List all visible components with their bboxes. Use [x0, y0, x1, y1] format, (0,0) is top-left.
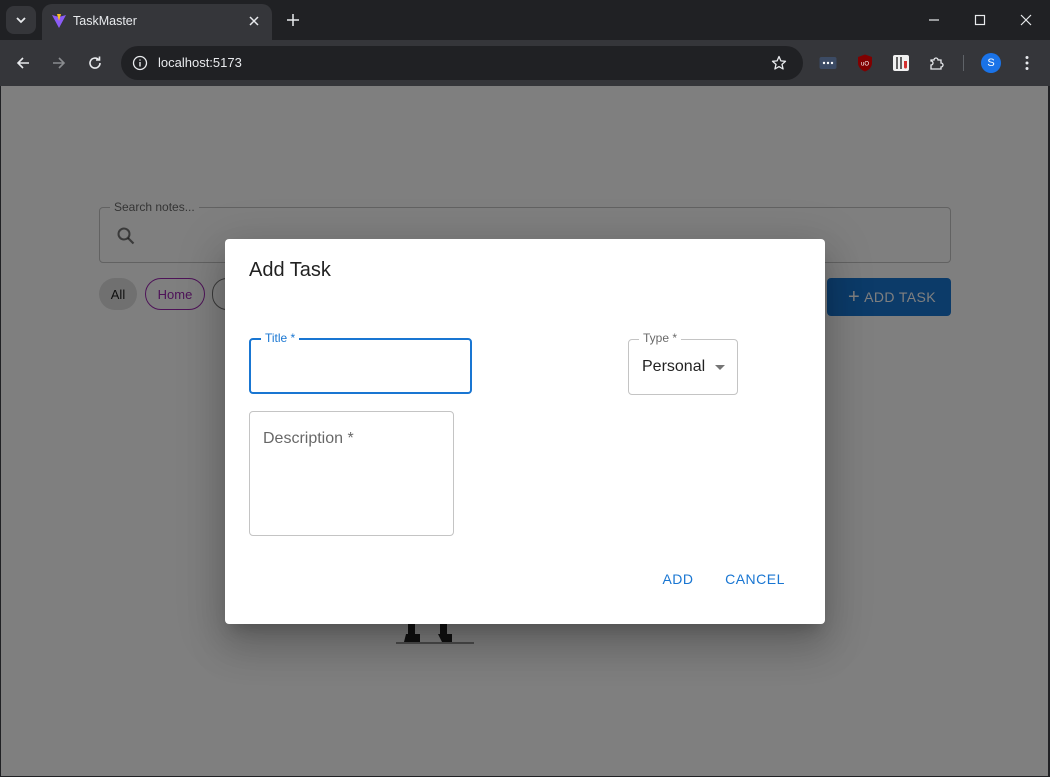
back-button[interactable]	[11, 51, 35, 75]
more-vert-icon	[1025, 56, 1029, 70]
maximize-button[interactable]	[965, 6, 995, 34]
password-extension-button[interactable]	[818, 53, 838, 73]
svg-text:uO: uO	[861, 62, 869, 68]
arrow-left-icon	[16, 57, 29, 69]
description-textarea[interactable]: Description *	[249, 411, 454, 536]
toolbar-divider	[963, 55, 964, 71]
star-icon	[771, 55, 787, 70]
type-select-value: Personal	[642, 358, 706, 375]
reload-icon	[89, 56, 101, 69]
dropdown-arrow-icon	[715, 365, 725, 370]
close-icon	[249, 16, 259, 26]
minimize-button[interactable]	[919, 6, 949, 34]
close-window-button[interactable]	[1011, 6, 1041, 34]
type-select[interactable]: Type * Personal	[628, 331, 738, 395]
minimize-icon	[929, 19, 939, 21]
lab-extension-button[interactable]	[891, 53, 911, 73]
tab-close-button[interactable]	[244, 11, 264, 31]
url-text[interactable]: localhost:5173	[158, 55, 242, 70]
site-info-button[interactable]	[129, 52, 151, 74]
title-field-label: Title *	[261, 331, 300, 345]
cancel-button[interactable]: CANCEL	[719, 564, 791, 594]
browser-menu-button[interactable]	[1017, 53, 1037, 73]
password-dots-icon	[819, 57, 837, 69]
ublock-shield-icon: uO	[858, 54, 872, 72]
close-icon	[1020, 14, 1032, 26]
plus-icon	[287, 14, 299, 26]
browser-tabbar: TaskMaster	[0, 0, 1050, 40]
flask-icon	[893, 55, 909, 71]
reload-button[interactable]	[83, 51, 107, 75]
app-page: Search notes... All Home + ADD TASK Add …	[1, 86, 1048, 776]
vite-logo-icon	[52, 14, 66, 28]
chevron-down-icon	[16, 17, 26, 24]
info-icon	[132, 55, 148, 71]
new-tab-button[interactable]	[282, 9, 304, 31]
tab-title: TaskMaster	[73, 14, 137, 28]
address-bar[interactable]: localhost:5173	[121, 46, 803, 80]
add-task-dialog: Add Task Title * Type * Personal Descrip…	[225, 239, 825, 624]
add-button[interactable]: ADD	[655, 564, 701, 594]
ublock-extension-button[interactable]: uO	[855, 53, 875, 73]
description-placeholder: Description *	[263, 430, 354, 447]
browser-toolbar: localhost:5173 uO S	[0, 40, 1050, 86]
maximize-icon	[974, 14, 986, 26]
browser-tab[interactable]: TaskMaster	[42, 4, 272, 40]
extensions-button[interactable]	[927, 53, 947, 73]
puzzle-icon	[930, 57, 944, 70]
forward-button[interactable]	[47, 51, 71, 75]
profile-avatar[interactable]: S	[981, 53, 1001, 73]
type-field-label: Type *	[639, 331, 682, 345]
dialog-title: Add Task	[249, 259, 331, 281]
title-input[interactable]: Title *	[249, 331, 472, 394]
arrow-right-icon	[53, 57, 66, 69]
tab-search-button[interactable]	[6, 6, 36, 34]
bookmark-button[interactable]	[769, 53, 789, 73]
